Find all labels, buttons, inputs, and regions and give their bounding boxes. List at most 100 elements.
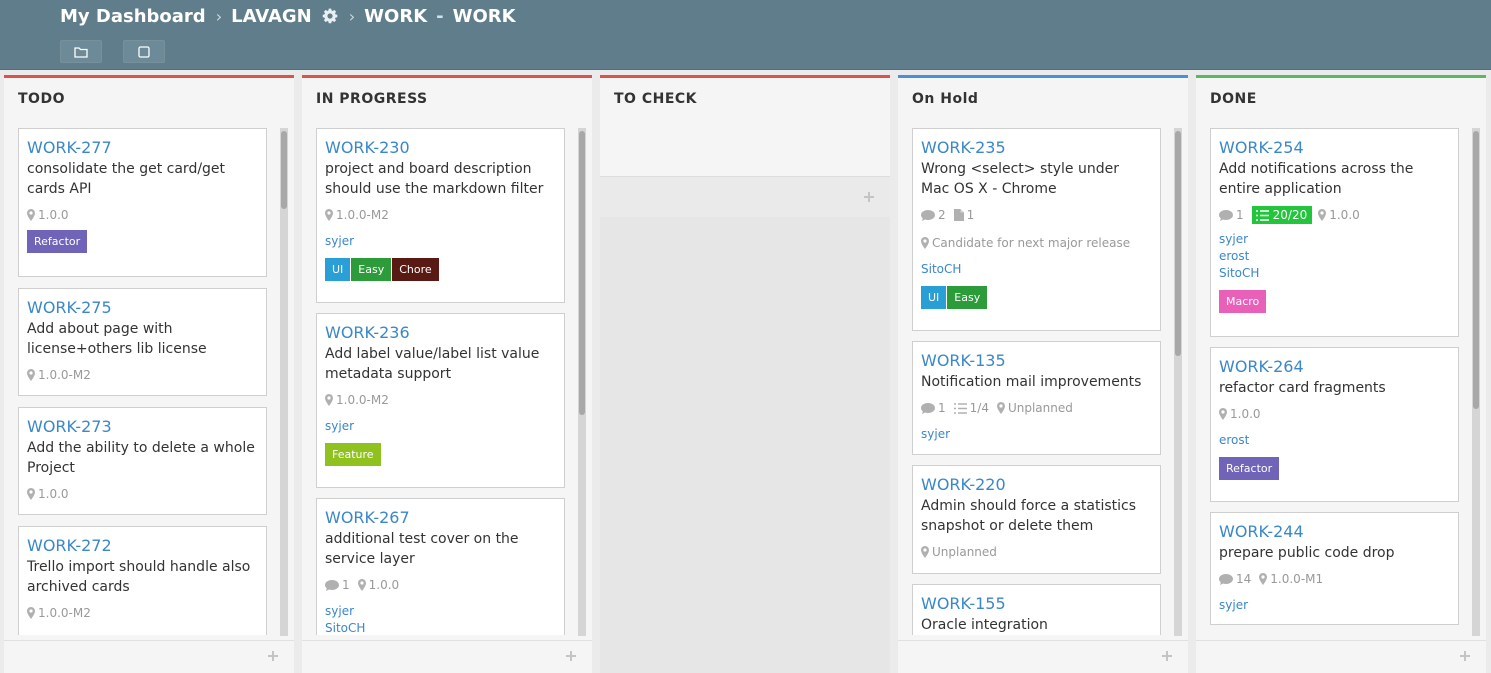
label-badge: UI <box>921 286 947 309</box>
card[interactable]: WORK-135 Notification mail improvements … <box>912 341 1161 455</box>
card-milestone: Unplanned <box>1007 401 1073 415</box>
card-milestone: 1.0.0-M2 <box>38 368 91 382</box>
column-title: On Hold <box>912 91 979 107</box>
comment-count: 14 <box>1236 572 1252 586</box>
card-user[interactable]: syjer <box>1219 231 1449 248</box>
card-milestone: 1.0.0-M1 <box>1270 572 1324 586</box>
card-id[interactable]: WORK-275 <box>27 298 257 318</box>
column-done: DONE WORK-254 Add notifications across t… <box>1196 75 1486 673</box>
comment-icon <box>921 209 935 221</box>
add-card-icon[interactable] <box>862 190 876 204</box>
card[interactable]: WORK-230 project and board description s… <box>316 128 565 303</box>
gear-icon[interactable] <box>321 7 339 25</box>
card[interactable]: WORK-273 Add the ability to delete a who… <box>18 407 267 515</box>
card[interactable]: WORK-235 Wrong <select> style under Mac … <box>912 128 1161 331</box>
map-marker-icon <box>325 394 333 406</box>
scrollbar[interactable] <box>578 128 586 636</box>
card-title: Wrong <select> style under Mac OS X - Ch… <box>921 161 1119 197</box>
breadcrumb-project[interactable]: LAVAGN <box>231 6 312 27</box>
card-id[interactable]: WORK-267 <box>325 508 555 528</box>
card-id[interactable]: WORK-244 <box>1219 522 1449 542</box>
card-title: consolidate the get card/get cards API <box>27 161 226 197</box>
folder-button[interactable] <box>60 40 102 63</box>
scrollbar[interactable] <box>280 128 288 636</box>
add-card-icon[interactable] <box>1160 649 1174 663</box>
card[interactable]: WORK-155 Oracle integration <box>912 584 1161 635</box>
card-milestone: 1.0.0 <box>368 578 400 592</box>
map-marker-icon <box>27 488 35 500</box>
column-cards: WORK-277 consolidate the get card/get ca… <box>18 125 290 635</box>
card[interactable]: WORK-272 Trello import should handle als… <box>18 526 267 635</box>
card-id[interactable]: WORK-273 <box>27 417 257 437</box>
breadcrumb-dash: - <box>436 5 444 27</box>
card-id[interactable]: WORK-235 <box>921 138 1151 158</box>
card[interactable]: WORK-267 additional test cover on the se… <box>316 498 565 635</box>
card-milestone: 1.0.0-M2 <box>336 393 389 407</box>
card-title: refactor card fragments <box>1219 380 1386 396</box>
card-user[interactable]: syjer <box>1219 597 1449 614</box>
map-marker-icon <box>357 579 366 591</box>
card-user[interactable]: syjer <box>921 426 1151 443</box>
breadcrumb-dashboard[interactable]: My Dashboard <box>60 6 206 27</box>
card-title: prepare public code drop <box>1219 545 1395 561</box>
checklist-complete-badge: 20/20 <box>1251 206 1313 224</box>
add-card-icon[interactable] <box>564 649 578 663</box>
card-title: Admin should force a statistics snapshot… <box>921 498 1137 534</box>
board-key[interactable]: WORK <box>364 6 427 27</box>
card[interactable]: WORK-275 Add about page with license+oth… <box>18 288 267 396</box>
card-user[interactable]: SitoCH <box>1219 265 1449 282</box>
card[interactable]: WORK-277 consolidate the get card/get ca… <box>18 128 267 277</box>
card-id[interactable]: WORK-277 <box>27 138 257 158</box>
card[interactable]: WORK-254 Add notifications across the en… <box>1210 128 1459 337</box>
card-id[interactable]: WORK-264 <box>1219 357 1449 377</box>
card-title: Trello import should handle also archive… <box>27 559 251 595</box>
column-footer <box>1196 640 1486 673</box>
scrollbar[interactable] <box>1472 128 1480 636</box>
card-milestone: 1.0.0 <box>1230 407 1261 421</box>
card-user[interactable]: erost <box>1219 432 1449 449</box>
card-id[interactable]: WORK-230 <box>325 138 555 158</box>
card-milestone: 1.0.0 <box>1329 208 1360 222</box>
comment-icon <box>921 402 935 414</box>
card-title: Add label value/label list value metadat… <box>325 346 540 382</box>
add-card-icon[interactable] <box>1458 649 1472 663</box>
board-name: WORK <box>452 5 516 27</box>
card-id[interactable]: WORK-236 <box>325 323 555 343</box>
map-marker-icon <box>921 546 929 558</box>
comment-count: 1 <box>342 578 350 592</box>
card-user[interactable]: syjer <box>325 603 555 620</box>
card-title: Add the ability to delete a whole Projec… <box>27 440 255 476</box>
scrollbar-thumb[interactable] <box>1473 131 1479 409</box>
card[interactable]: WORK-236 Add label value/label list valu… <box>316 313 565 488</box>
card[interactable]: WORK-220 Admin should force a statistics… <box>912 465 1161 574</box>
scrollbar-thumb[interactable] <box>1175 131 1181 356</box>
label-badge: Refactor <box>27 230 88 253</box>
card-id[interactable]: WORK-254 <box>1219 138 1449 158</box>
label-badge: Refactor <box>1219 457 1280 480</box>
comment-icon <box>1219 209 1233 221</box>
card[interactable]: WORK-264 refactor card fragments 1.0.0 e… <box>1210 347 1459 502</box>
card-user[interactable]: syjer <box>325 418 555 435</box>
square-button[interactable] <box>123 40 165 63</box>
label-badge: Feature <box>325 443 381 466</box>
card-user[interactable]: SitoCH <box>325 620 555 635</box>
column-in-progress: IN PROGRESS WORK-230 project and board d… <box>302 75 592 673</box>
scrollbar[interactable] <box>1174 128 1182 636</box>
card-id[interactable]: WORK-220 <box>921 475 1151 495</box>
add-card-icon[interactable] <box>266 649 280 663</box>
chevron-right-icon: › <box>215 6 223 26</box>
card-milestone: 1.0.0-M2 <box>336 208 389 222</box>
card-user[interactable]: syjer <box>325 233 555 250</box>
top-bar: My Dashboard › LAVAGN › WORK - WORK <box>0 0 1491 70</box>
scrollbar-thumb[interactable] <box>579 131 585 415</box>
card[interactable]: WORK-244 prepare public code drop 14 1.0… <box>1210 512 1459 625</box>
scrollbar-thumb[interactable] <box>281 131 287 209</box>
card-user[interactable]: SitoCH <box>921 261 1151 278</box>
column-cards: WORK-254 Add notifications across the en… <box>1210 125 1482 635</box>
card-id[interactable]: WORK-135 <box>921 351 1151 371</box>
card-id[interactable]: WORK-272 <box>27 536 257 556</box>
card-milestone: Unplanned <box>932 545 997 559</box>
card-id[interactable]: WORK-155 <box>921 594 1151 614</box>
card-title: Notification mail improvements <box>921 374 1142 390</box>
card-user[interactable]: erost <box>1219 248 1449 265</box>
